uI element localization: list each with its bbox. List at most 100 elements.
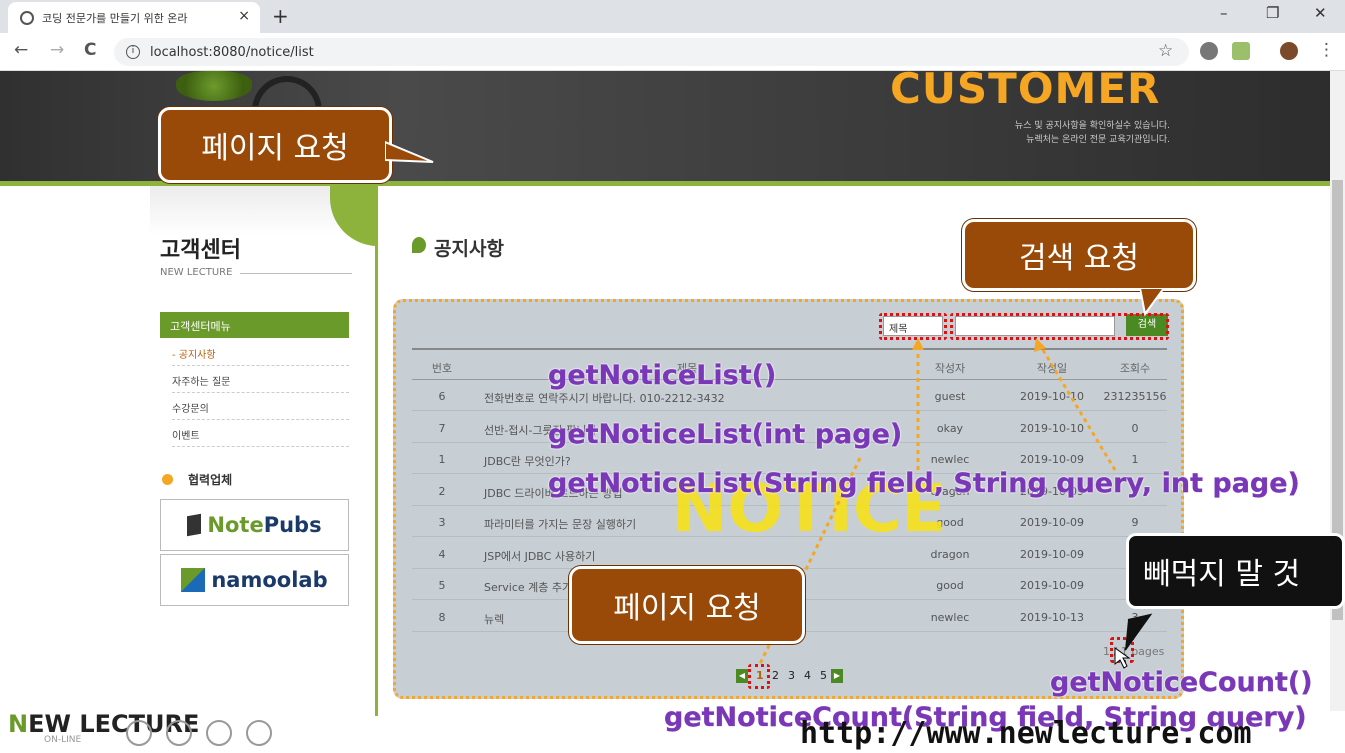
reload-button[interactable]: C xyxy=(84,40,96,60)
sidebar-title: 고객센터 xyxy=(160,238,241,263)
highlight-search-input xyxy=(950,313,1169,340)
cell-title[interactable]: JSP에서 JDBC 사용하기 xyxy=(484,548,904,564)
page-link[interactable]: 5 xyxy=(820,669,827,682)
cell-writer: dragon xyxy=(930,547,970,561)
cell-date: 2019-10-09 xyxy=(1020,579,1084,592)
callout-tail-search xyxy=(1140,288,1166,317)
profile-avatar[interactable] xyxy=(1280,42,1298,60)
sidebar-subtitle: NEW LECTURE xyxy=(160,267,233,278)
sidebar-menu-header: 고객센터메뉴 xyxy=(160,312,349,338)
footer-icon-2 xyxy=(166,720,192,746)
cell-date: 2019-10-10 xyxy=(1020,390,1084,403)
cell-hit: 231235156 xyxy=(1103,390,1167,403)
hero-line-1: 뉴스 및 공지사항을 확인하실수 있습니다. xyxy=(1014,121,1170,131)
partner-name-a: Note xyxy=(207,513,264,537)
footer-logo-sub: ON-LINE xyxy=(44,735,82,745)
cell-no: 7 xyxy=(438,421,446,435)
cell-no: 3 xyxy=(438,516,446,529)
book-icon xyxy=(187,513,202,537)
cell-hit: 0 xyxy=(1131,421,1139,435)
cell-writer: good xyxy=(936,579,964,592)
footer-logo-mark: N xyxy=(8,710,29,738)
cell-title[interactable]: 전화번호로 연락주시기 바랍니다. 010-2212-3432 xyxy=(484,390,904,406)
next-page-button[interactable]: ▶ xyxy=(831,669,843,683)
partner2-name-a: namoo xyxy=(211,568,292,592)
callout-dont-miss: 빼먹지 말 것 xyxy=(1126,533,1345,609)
cell-no: 8 xyxy=(438,610,446,624)
col-writer: 작성자 xyxy=(934,362,966,375)
hero-brand: CUSTOMER xyxy=(890,64,1161,113)
maximize-button[interactable]: ❐ xyxy=(1266,4,1279,22)
page-title: 공지사항 xyxy=(434,238,504,260)
cell-no: 2 xyxy=(438,484,446,498)
cell-title[interactable]: JDBC란 무엇인가? xyxy=(484,453,904,469)
sidebar-item-notice[interactable]: - 공지사항 xyxy=(172,340,349,366)
browser-tab[interactable]: 코딩 전문가를 만들기 위한 온라 × xyxy=(8,2,260,33)
sidebar-item-faq[interactable]: 자주하는 질문 xyxy=(172,367,349,393)
minimize-button[interactable]: – xyxy=(1220,4,1228,22)
callout-page-request-bottom: 페이지 요청 xyxy=(569,566,805,644)
table-row[interactable]: 6 전화번호로 연락주시기 바랍니다. 010-2212-3432 guest 201… xyxy=(412,381,1167,411)
cell-hit: 9 xyxy=(1131,516,1139,529)
method-label-4: getNoticeCount() xyxy=(1050,667,1313,698)
footer-url: http://www.newlecture.com xyxy=(800,716,1252,751)
leaf-bullet-icon xyxy=(412,237,426,253)
callout-tail-top xyxy=(385,140,434,163)
partner-notepubs[interactable]: NotePubs xyxy=(160,499,349,551)
extension-icon[interactable] xyxy=(1200,42,1218,60)
cell-date: 2019-10-10 xyxy=(1020,421,1084,435)
page-link[interactable]: 3 xyxy=(788,669,795,682)
sidebar-item-inquiry[interactable]: 수강문의 xyxy=(172,394,349,420)
cell-writer: guest xyxy=(934,390,966,403)
tab-title: 코딩 전문가를 만들기 위한 온라 xyxy=(42,11,188,25)
cell-hit: 3 xyxy=(1131,610,1139,624)
url-text: localhost:8080/notice/list xyxy=(150,44,314,60)
highlight-page-one xyxy=(748,664,770,689)
close-window-button[interactable]: ✕ xyxy=(1314,4,1327,22)
method-label-3: getNoticeList(String field, String query… xyxy=(548,468,1300,499)
callout-search-request: 검색 요청 xyxy=(962,219,1196,291)
back-button[interactable]: ← xyxy=(14,40,28,60)
cell-date: 2019-10-09 xyxy=(1020,516,1084,529)
browser-menu-icon[interactable]: ⋮ xyxy=(1318,40,1335,60)
main-divider xyxy=(375,186,378,716)
sidebar-subtitle-line xyxy=(240,273,352,274)
cell-no: 4 xyxy=(438,547,446,561)
footer-icon-3 xyxy=(206,720,232,746)
sidebar-item-event[interactable]: 이벤트 xyxy=(172,421,349,447)
footer-icon-4 xyxy=(246,720,272,746)
page-link[interactable]: 4 xyxy=(804,669,811,682)
method-label-2: getNoticeList(int page) xyxy=(548,419,903,450)
cell-no: 5 xyxy=(438,579,446,592)
partner-namoolab[interactable]: namoolab xyxy=(160,554,349,606)
bookmark-star-icon[interactable]: ☆ xyxy=(1158,41,1173,61)
globe-icon xyxy=(20,10,34,25)
cell-date: 2019-10-09 xyxy=(1020,453,1084,466)
col-no: 번호 xyxy=(431,362,453,375)
highlight-pages-info xyxy=(1110,637,1134,663)
cell-writer: newlec xyxy=(930,453,970,466)
page-link[interactable]: 2 xyxy=(772,669,779,682)
plant-icon xyxy=(176,71,252,101)
cell-hit: 1 xyxy=(1131,453,1139,466)
table-header: 번호 제목 작성자 작성일 조회수 xyxy=(412,348,1167,380)
cell-no: 6 xyxy=(438,390,446,403)
callout-page-request-top: 페이지 요청 xyxy=(158,107,392,183)
info-icon[interactable]: i xyxy=(126,45,140,59)
forward-button[interactable]: → xyxy=(50,40,64,60)
extension-icon-2[interactable] xyxy=(1232,42,1250,60)
decorative-curve xyxy=(330,186,378,246)
col-hit: 조회수 xyxy=(1119,362,1151,375)
new-tab-button[interactable]: + xyxy=(272,4,289,28)
partner-label: 협력업체 xyxy=(188,473,233,487)
cell-date: 2019-10-09 xyxy=(1020,547,1084,561)
close-tab-icon[interactable]: × xyxy=(238,8,250,24)
method-label-1: getNoticeList() xyxy=(548,360,777,391)
prev-page-button[interactable]: ◀ xyxy=(736,669,748,683)
url-field[interactable]: i localhost:8080/notice/list xyxy=(114,38,1189,66)
footer-icon-1 xyxy=(126,720,152,746)
highlight-search-field xyxy=(879,313,947,340)
cell-no: 1 xyxy=(438,453,446,466)
partner-bullet-icon xyxy=(162,474,173,485)
cell-writer: okay xyxy=(936,421,964,435)
